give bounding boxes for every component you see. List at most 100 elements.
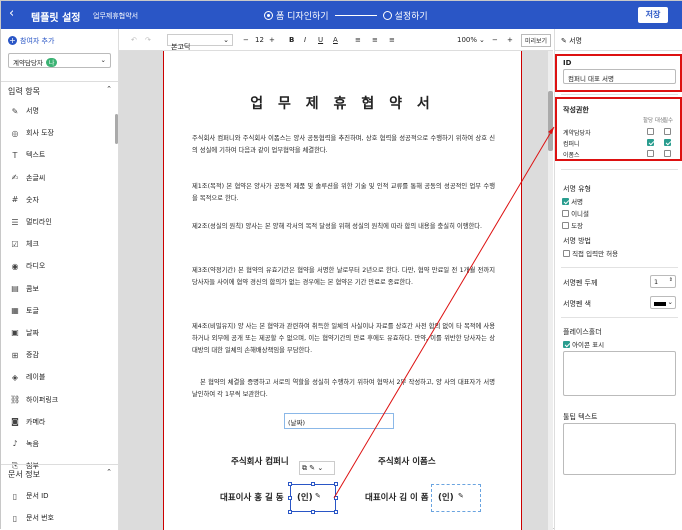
resize-handle[interactable] [311,482,315,486]
font-size-value[interactable]: 12 [255,36,264,44]
bold-icon[interactable]: B [289,36,294,44]
resize-handle[interactable] [288,496,292,500]
pen-icon: ✎ [561,37,567,45]
left-scrollbar[interactable] [115,114,118,144]
align-right-icon[interactable]: ≡ [389,36,395,44]
placeholder-textarea[interactable] [563,351,676,396]
chevron-down-icon[interactable]: ⌄ [479,36,485,44]
resize-handle[interactable] [334,482,338,486]
input-item[interactable]: ♪ 녹음 [1,433,119,455]
document-paragraph: 주식회사 컴퍼니와 주식회사 이폼스는 양사 공동협력을 추진하며, 상호 협력… [192,135,495,154]
font-color-icon[interactable]: A [333,36,338,44]
copy-icon[interactable]: ⧉ [302,464,307,472]
input-item[interactable]: ✍ 손글씨 [1,167,119,189]
chevron-down-icon: ⌄ [223,36,229,44]
tooltip-textarea[interactable] [563,423,676,475]
document-page: 업 무 제 휴 협 약 서 주식회사 컴퍼니와 주식회사 이폼스는 양사 공동협… [163,51,522,530]
align-center-icon[interactable]: ≡ [372,36,378,44]
permission-row-name: 이폼스 [563,152,580,159]
scroll-thumb[interactable] [548,91,553,151]
input-section-title: 입력 항목 [8,87,40,96]
resize-handle[interactable] [311,510,315,514]
document-canvas: 업 무 제 휴 협 약 서 주식회사 컴퍼니와 주식회사 이폼스는 양사 공동협… [119,51,553,530]
doc-info-item[interactable]: ▯ 문서 번호 [1,507,119,529]
resize-handle[interactable] [334,496,338,500]
tooltip-label: 툴팁 텍스트 [563,413,598,421]
align-left-icon[interactable]: ≡ [355,36,361,44]
step-settings[interactable]: 설정하기 [382,9,428,22]
required-column-header: 필수 [663,118,674,124]
undo-icon[interactable]: ↶ [131,36,137,44]
assigned-checkbox[interactable] [647,139,654,146]
sign-type-option[interactable]: 도장 [562,220,583,230]
preview-button[interactable]: 미리보기 [521,34,552,47]
company-a-name: 주식회사 컴퍼니 [231,457,289,467]
participant-select[interactable]: 계약담당자 나 ⌄ [8,53,111,68]
sign-type-option-label: 서명 [571,198,584,206]
input-item[interactable]: ✎ 서명 [1,100,119,122]
input-item[interactable]: ◉ 라디오 [1,255,119,277]
direct-input-checkbox[interactable]: 직접 입력만 허용 [563,248,618,258]
underline-icon[interactable]: U [318,36,323,44]
add-participant-button[interactable]: + 참여자 추가 [8,36,54,46]
edit-icon[interactable]: ✎ [309,464,315,472]
input-item[interactable]: ⛓ 하이퍼링크 [1,388,119,410]
required-checkbox[interactable] [664,150,671,157]
input-item[interactable]: ◙ 카메라 [1,411,119,433]
pen-color-picker[interactable]: ⌄ [650,296,676,309]
sign-type-label: 서명 유형 [563,185,591,193]
divider [561,317,678,318]
input-item[interactable]: ◎ 회사 도장 [1,122,119,144]
resize-handle[interactable] [288,482,292,486]
input-item[interactable]: ▦ 토글 [1,300,119,322]
resize-handle[interactable] [334,510,338,514]
input-item-label: 날짜 [26,328,39,337]
input-item-label: 콤보 [26,284,39,293]
checkbox-checked-icon [563,341,570,348]
doc-info-item[interactable]: ▯ 문서 ID [1,485,119,507]
canvas-scrollbar[interactable] [548,51,553,530]
radio-selected-icon [264,11,273,20]
decrease-size-icon[interactable]: − [243,36,249,44]
required-checkbox[interactable] [664,128,671,135]
sign-type-option[interactable]: 이니셜 [562,208,589,218]
field-mini-toolbar[interactable]: ⧉ ✎ ⌄ [299,461,335,475]
required-checkbox[interactable] [664,139,671,146]
input-item-icon: T [12,150,18,160]
input-item[interactable]: ▣ 날짜 [1,322,119,344]
input-item[interactable]: T 텍스트 [1,144,119,166]
input-item-icon: ◎ [11,128,19,138]
zoom-in-icon[interactable]: + [507,36,513,44]
redo-icon[interactable]: ↷ [145,36,151,44]
input-item[interactable]: ⊞ 증감 [1,344,119,366]
input-item[interactable]: ☰ 멀티라인 [1,211,119,233]
direct-input-label: 직접 입력만 허용 [572,250,619,258]
doc-info-section-header[interactable]: 문서 정보 ⌃ [1,464,119,480]
chevron-down-icon[interactable]: ⌄ [317,464,323,472]
increase-size-icon[interactable]: + [269,36,275,44]
assigned-checkbox[interactable] [647,128,654,135]
input-item[interactable]: ☑ 체크 [1,233,119,255]
back-arrow-icon[interactable]: ‹ [9,7,14,21]
step-design[interactable]: 폼 디자인하기 [264,9,329,22]
id-input[interactable]: 컴퍼니 대표 서명 [563,69,676,84]
italic-icon[interactable]: I [304,36,306,44]
zoom-out-icon[interactable]: − [492,36,498,44]
document-paragraph: 제4조(비밀유지) 양 사는 본 협약과 관련하여 취득한 일체의 사실이나 자… [192,323,495,354]
input-section-header[interactable]: 입력 항목 ⌃ [1,81,119,97]
input-item[interactable]: # 숫자 [1,189,119,211]
zoom-value[interactable]: 100% [457,36,477,44]
resize-handle[interactable] [288,510,292,514]
sign-type-option[interactable]: 서명 [562,196,583,206]
signature-field-b[interactable]: (인) ✎ [431,484,481,512]
date-field[interactable]: (날짜) [284,413,394,429]
input-item[interactable]: ◈ 레이블 [1,366,119,388]
assigned-checkbox[interactable] [647,150,654,157]
save-button[interactable]: 저장 [638,7,668,23]
sign-type-option-label: 이니셜 [571,210,590,218]
font-select[interactable]: 본고딕 ⌄ [167,34,233,51]
input-item[interactable]: ▤ 콤보 [1,278,119,300]
signature-field-selected[interactable]: (인) ✎ [288,482,338,514]
pen-width-stepper[interactable]: 1 ⇕ [650,275,676,288]
show-icon-checkbox[interactable]: 아이콘 표시 [563,339,604,349]
